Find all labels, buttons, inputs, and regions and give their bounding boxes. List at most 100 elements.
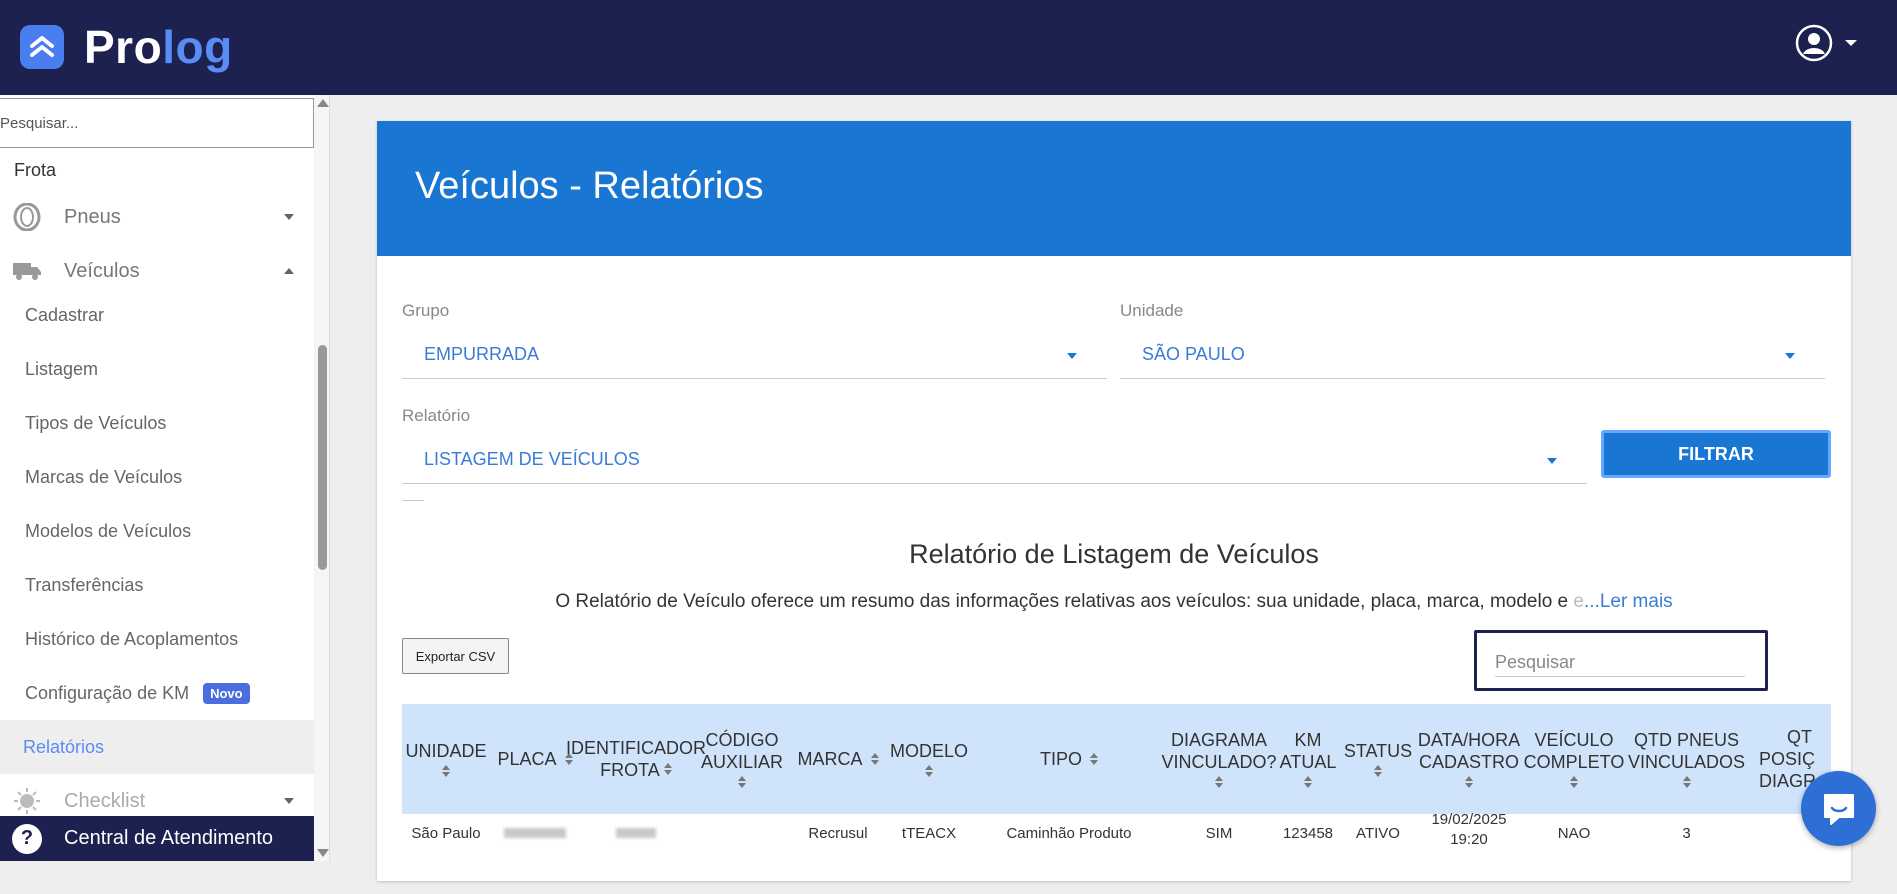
column-header-placa[interactable]: PLACA	[490, 704, 580, 814]
sidebar-section-label: Frota	[14, 160, 57, 180]
sidebar-item-label: Configuração de KM	[25, 682, 190, 703]
relatorio-label: Relatório	[402, 406, 471, 425]
unidade-select-value: SÃO PAULO	[1142, 344, 1245, 364]
relatorio-select-value: LISTAGEM DE VEÍCULOS	[424, 449, 640, 469]
chevron-down-icon	[1067, 353, 1077, 359]
tire-icon	[12, 202, 42, 232]
column-header-label: VINCULADOS	[1627, 752, 1746, 772]
chevron-down-icon	[284, 214, 294, 220]
user-menu[interactable]	[1795, 24, 1857, 62]
scroll-down-icon[interactable]	[317, 849, 329, 857]
unidade-label: Unidade	[1120, 301, 1184, 320]
cell-identificador	[580, 824, 692, 844]
column-header-km[interactable]: KM ATUAL	[1274, 704, 1342, 814]
column-header-diagrama[interactable]: DIAGRAMA VINCULADO?	[1161, 704, 1277, 814]
column-header-codigo[interactable]: CÓDIGO AUXILIAR	[692, 704, 792, 814]
column-header-qtd-pneus[interactable]: QTD PNEUS VINCULADOS	[1624, 704, 1749, 814]
column-header-status[interactable]: STATUS	[1342, 704, 1414, 814]
column-header-identificador[interactable]: IDENTIFICADOR FROTA	[566, 704, 706, 814]
sort-icon	[1374, 765, 1382, 778]
prolog-logo[interactable]: Prolog	[20, 20, 233, 74]
sort-icon	[1570, 776, 1578, 789]
table-header: UNIDADE PLACA IDENTIFICADOR FROTA CÓDIGO…	[402, 704, 1831, 814]
logo-text: Prolog	[84, 20, 233, 74]
column-header-label: AUXILIAR	[700, 752, 784, 772]
sidebar-item-cadastrar[interactable]: Cadastrar	[0, 288, 314, 342]
sort-icon	[1465, 776, 1473, 789]
new-badge: Novo	[203, 682, 250, 704]
cell-placa	[490, 824, 580, 844]
column-header-completo[interactable]: VEÍCULO COMPLETO	[1524, 704, 1624, 814]
column-header-marca[interactable]: MARCA	[792, 704, 884, 814]
sidebar: Frota Pneus Veículos Cadastrar Listagem …	[0, 95, 330, 861]
truck-icon	[12, 256, 42, 286]
column-header-label: MODELO	[889, 741, 968, 761]
sort-icon	[870, 752, 879, 766]
logo-text-part2: log	[162, 21, 233, 73]
relatorio-select[interactable]: LISTAGEM DE VEÍCULOS	[402, 436, 1587, 484]
column-header-label: VEÍCULO	[1534, 730, 1614, 750]
sidebar-item-historico[interactable]: Histórico de Acoplamentos	[0, 612, 314, 666]
unidade-select[interactable]: SÃO PAULO	[1120, 331, 1825, 379]
sidebar-item-config-km[interactable]: Configuração de KM Novo	[0, 666, 314, 720]
cell-diagrama: SIM	[1205, 825, 1233, 842]
filter-button[interactable]: FILTRAR	[1601, 430, 1831, 478]
column-header-unidade[interactable]: UNIDADE	[402, 704, 490, 814]
sidebar-group-pneus[interactable]: Pneus	[0, 192, 314, 242]
report-description-text: O Relatório de Veículo oferece um resumo…	[555, 591, 1574, 612]
column-header-label: TIPO	[1039, 749, 1082, 769]
sidebar-search-input[interactable]	[0, 98, 314, 148]
column-header-tipo[interactable]: TIPO	[974, 704, 1164, 814]
scroll-up-icon[interactable]	[317, 99, 329, 107]
table-search-input[interactable]	[1495, 649, 1745, 677]
column-header-label: ATUAL	[1279, 752, 1337, 772]
sort-icon	[663, 763, 672, 776]
sidebar-item-listagem[interactable]: Listagem	[0, 342, 314, 396]
sort-icon	[925, 765, 933, 778]
help-center-button[interactable]: ? Central de Atendimento	[0, 816, 314, 861]
column-header-label: UNIDADE	[405, 741, 487, 761]
column-header-label: CADASTRO	[1418, 752, 1519, 772]
card-header: Veículos - Relatórios	[377, 121, 1851, 256]
cell-data-line1: 19/02/2025	[1431, 811, 1507, 828]
chat-button[interactable]	[1801, 771, 1876, 846]
cell-modelo: tTEACX	[901, 825, 957, 842]
column-header-label: COMPLETO	[1523, 752, 1625, 772]
column-header-label: CÓDIGO	[705, 730, 779, 750]
cell-data-line2: 19:20	[1450, 831, 1488, 848]
sidebar-item-relatorios[interactable]: Relatórios	[0, 720, 314, 774]
report-card: Veículos - Relatórios Grupo EMPURRADA Un…	[377, 121, 1851, 881]
page-title: Veículos - Relatórios	[415, 165, 764, 207]
top-bar: Prolog	[0, 0, 1897, 95]
chevron-down-icon	[284, 798, 294, 804]
chevron-down-icon	[1845, 40, 1857, 46]
chat-bubble-icon	[1823, 793, 1854, 825]
grupo-select[interactable]: EMPURRADA	[402, 331, 1107, 379]
sidebar-item-modelos[interactable]: Modelos de Veículos	[0, 504, 314, 558]
read-more-link[interactable]: ...Ler mais	[1584, 591, 1673, 612]
sidebar-item-transferencias[interactable]: Transferências	[0, 558, 314, 612]
column-header-label: QTD PNEUS	[1633, 730, 1739, 750]
sidebar-group-label: Veículos	[64, 259, 140, 282]
chevron-down-icon	[1785, 353, 1795, 359]
sidebar-group-label: Checklist	[64, 789, 146, 812]
scroll-thumb[interactable]	[318, 345, 327, 570]
sidebar-item-tipos[interactable]: Tipos de Veículos	[0, 396, 314, 450]
logo-mark-icon	[20, 25, 64, 69]
sidebar-scrollbar[interactable]	[314, 95, 329, 861]
report-description-fade: e	[1573, 591, 1584, 612]
column-header-label: STATUS	[1343, 741, 1413, 761]
column-header-label: POSIÇ	[1759, 749, 1816, 769]
cell-marca: Recrusul	[808, 825, 868, 842]
logo-text-part1: Pro	[84, 21, 163, 73]
column-header-label: FROTA	[600, 760, 659, 780]
sidebar-group-label: Pneus	[64, 205, 121, 228]
cell-unidade: São Paulo	[411, 825, 481, 842]
sidebar-item-marcas[interactable]: Marcas de Veículos	[0, 450, 314, 504]
export-csv-button[interactable]: Exportar CSV	[402, 638, 509, 674]
column-header-modelo[interactable]: MODELO	[884, 704, 974, 814]
column-header-data[interactable]: DATA/HORA CADASTRO	[1414, 704, 1524, 814]
redacted-identificador	[616, 828, 656, 838]
user-circle-icon	[1795, 24, 1833, 62]
column-header-label: KM	[1294, 730, 1322, 750]
